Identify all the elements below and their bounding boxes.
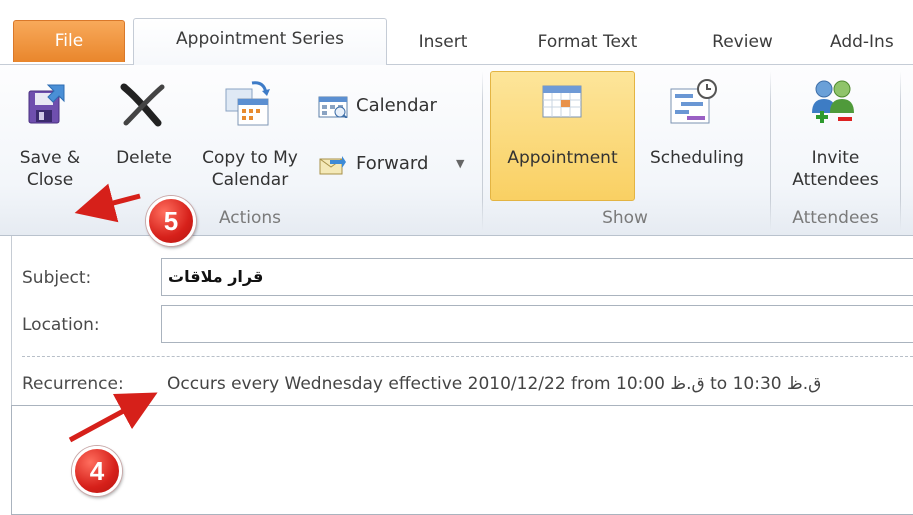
location-label: Location: bbox=[22, 315, 100, 335]
save-icon bbox=[28, 84, 65, 124]
message-body[interactable] bbox=[11, 405, 913, 515]
step-4-badge: 4 bbox=[72, 446, 122, 496]
group-label-show: Show bbox=[602, 208, 648, 228]
group-label-actions: Actions bbox=[218, 208, 282, 228]
invite-attendees-label-1: Invite bbox=[811, 148, 860, 168]
calendar-icon bbox=[318, 96, 348, 118]
invite-attendees-icon bbox=[812, 80, 854, 123]
scheduling-button[interactable]: Scheduling bbox=[637, 77, 757, 197]
save-close-label-2: Close bbox=[26, 170, 74, 190]
copy-to-my-calendar-button[interactable]: Copy to My Calendar bbox=[190, 77, 310, 202]
tab-file[interactable]: File bbox=[13, 20, 125, 62]
group-label-attendees: Attendees bbox=[792, 208, 879, 228]
appointment-label: Appointment bbox=[507, 148, 618, 168]
tab-review[interactable]: Review bbox=[690, 22, 795, 64]
tab-format-text[interactable]: Format Text bbox=[510, 22, 665, 64]
delete-button[interactable]: Delete bbox=[108, 77, 180, 202]
appointment-form: Subject: قرار ملاقات Location: Recurrenc… bbox=[0, 236, 913, 515]
tab-insert[interactable]: Insert bbox=[398, 22, 488, 64]
delete-x-icon bbox=[120, 83, 165, 127]
forward-icon bbox=[319, 156, 346, 175]
forward-label: Forward bbox=[356, 153, 429, 174]
forward-button[interactable]: Forward ▼ bbox=[318, 150, 478, 178]
invite-attendees-button[interactable]: Invite Attendees bbox=[778, 77, 893, 202]
save-close-label-1: Save & bbox=[19, 148, 81, 168]
step-5-badge: 5 bbox=[146, 196, 196, 246]
ribbon-separator bbox=[900, 71, 901, 231]
form-divider bbox=[22, 356, 913, 357]
tab-appointment-series[interactable]: Appointment Series bbox=[133, 18, 387, 65]
calendar-label: Calendar bbox=[356, 95, 437, 116]
ribbon-tab-strip: File Appointment Series Insert Format Te… bbox=[0, 0, 913, 65]
ribbon-separator bbox=[770, 71, 771, 231]
copy-to-my-calendar-label-2: Calendar bbox=[211, 170, 289, 190]
chevron-down-icon: ▼ bbox=[456, 157, 465, 170]
copy-to-my-calendar-label-1: Copy to My bbox=[202, 148, 298, 168]
copy-calendar-icon bbox=[225, 81, 270, 126]
subject-value: قرار ملاقات bbox=[168, 267, 264, 286]
ribbon: Save & Close Delete Copy to My Calendar bbox=[0, 64, 913, 236]
save-close-button[interactable]: Save & Close bbox=[18, 77, 82, 202]
invite-attendees-label-2: Attendees bbox=[792, 170, 879, 190]
calendar-button[interactable]: Calendar bbox=[318, 92, 468, 120]
tab-add-ins[interactable]: Add-Ins bbox=[815, 22, 913, 64]
ribbon-separator bbox=[482, 71, 483, 231]
scheduling-icon bbox=[670, 79, 717, 124]
appointment-button[interactable]: Appointment bbox=[490, 77, 635, 197]
subject-input[interactable]: قرار ملاقات bbox=[161, 258, 913, 296]
location-input[interactable] bbox=[161, 305, 913, 343]
recurrence-label: Recurrence: bbox=[22, 374, 124, 394]
delete-label: Delete bbox=[116, 148, 172, 168]
appointment-calendar-icon bbox=[542, 85, 582, 118]
subject-label: Subject: bbox=[22, 268, 92, 288]
scheduling-label: Scheduling bbox=[650, 148, 744, 168]
recurrence-text[interactable]: Occurs every Wednesday effective 2010/12… bbox=[167, 372, 821, 396]
